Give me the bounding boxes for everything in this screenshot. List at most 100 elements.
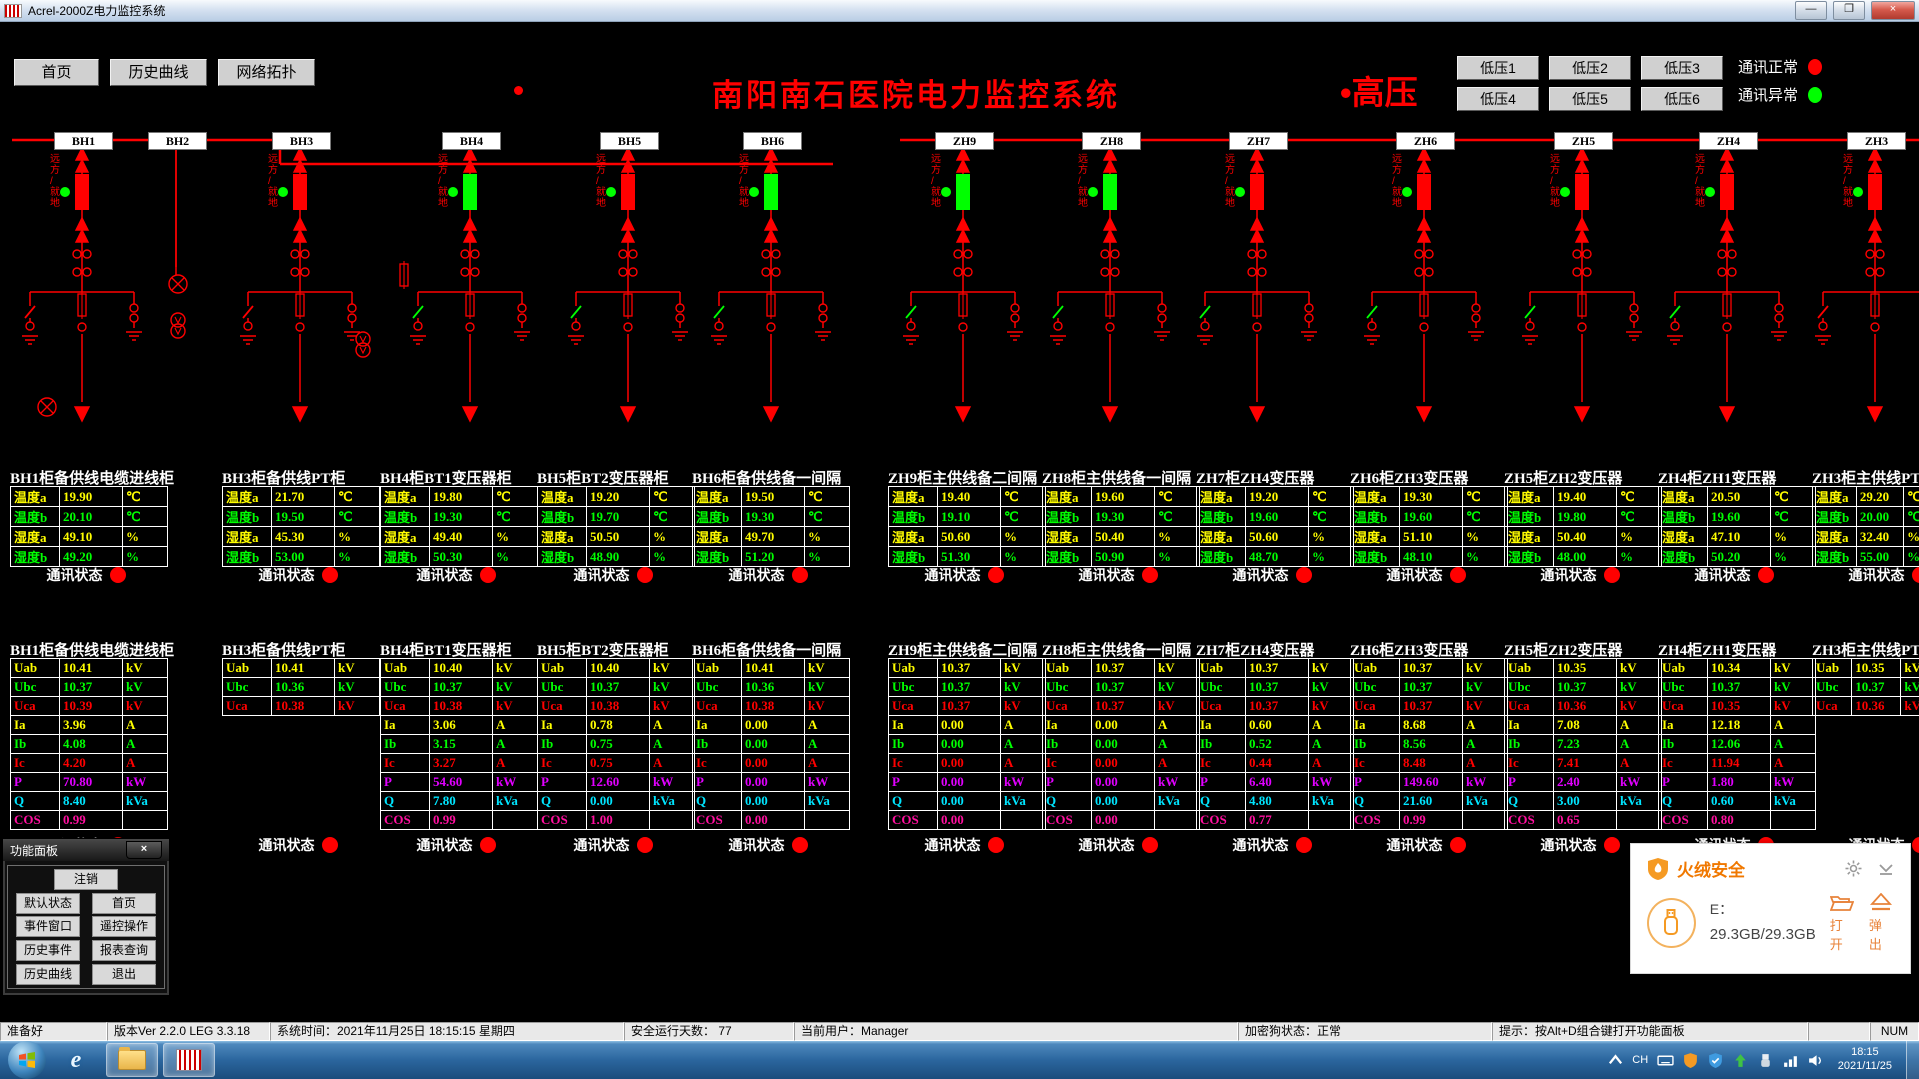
panel-button-遥控操作[interactable]: 遥控操作 [92, 916, 156, 937]
breaker-ZH6[interactable] [1417, 174, 1431, 210]
table-cell: 20.00 [1856, 507, 1903, 527]
table-cell: 温度a [538, 487, 587, 507]
panel-button-首页[interactable]: 首页 [92, 893, 156, 914]
table-row: Ib0.00A [693, 735, 850, 754]
breaker-BH3[interactable] [293, 174, 307, 210]
comm-status-dot [1296, 567, 1312, 583]
table-cell: 湿度a [1813, 527, 1857, 547]
bus-label-ZH8[interactable]: ZH8 [1082, 132, 1141, 150]
security-shield-tray-icon[interactable] [1707, 1052, 1724, 1069]
start-button[interactable] [8, 1041, 46, 1079]
table-cell: Uca [889, 697, 938, 716]
usb-tray-icon[interactable] [1757, 1052, 1774, 1069]
bus-label-ZH6[interactable]: ZH6 [1396, 132, 1455, 150]
table-cell: 49.40 [430, 527, 493, 547]
table-cell: 10.37 [1246, 678, 1309, 697]
panel-button-报表查询[interactable]: 报表查询 [92, 940, 156, 961]
maximize-button[interactable]: ❐ [1833, 1, 1865, 20]
show-desktop-button[interactable] [1906, 1041, 1919, 1079]
minimize-button[interactable]: — [1795, 1, 1827, 20]
table-title: BH1柜备供线电缆进线柜 [10, 639, 174, 657]
huorong-logo-icon [1647, 857, 1669, 881]
breaker-BH1[interactable] [75, 174, 89, 210]
table-cell: % [1617, 527, 1662, 547]
bus-label-ZH5[interactable]: ZH5 [1554, 132, 1613, 150]
table-cell: ℃ [1904, 507, 1919, 527]
lv-button-2[interactable]: 低压2 [1549, 56, 1631, 80]
taskbar-acrel-app-icon[interactable] [163, 1043, 215, 1077]
taskbar-clock[interactable]: 18:15 2021/11/25 [1838, 1046, 1892, 1074]
huorong-tray-icon[interactable] [1682, 1052, 1699, 1069]
toolbar-button-2[interactable]: 历史曲线 [110, 59, 207, 86]
hidden-icons-chevron[interactable] [1607, 1052, 1624, 1069]
keyboard-tray-icon[interactable] [1657, 1052, 1674, 1069]
volume-tray-icon[interactable] [1807, 1052, 1824, 1069]
usb-open-button[interactable]: 打开 [1830, 893, 1855, 953]
table-cell: Ib [693, 735, 742, 754]
table-cell: Uca [1351, 697, 1400, 716]
table-cell: 湿度a [1351, 527, 1400, 547]
table-cell: kW [1617, 773, 1662, 792]
breaker-ZH5[interactable] [1575, 174, 1589, 210]
bus-label-ZH3[interactable]: ZH3 [1847, 132, 1906, 150]
breaker-BH4[interactable] [463, 174, 477, 210]
lv-button-3[interactable]: 低压3 [1641, 56, 1723, 80]
panel-button-历史曲线[interactable]: 历史曲线 [16, 964, 80, 985]
breaker-BH6[interactable] [764, 174, 778, 210]
table-row: 湿度a49.10% [11, 527, 168, 547]
status-segment-8 [1808, 1022, 1870, 1041]
table-row: Ia0.00A [889, 716, 1046, 735]
panel-button-注销[interactable]: 注销 [54, 869, 118, 890]
breaker-ZH8[interactable] [1103, 174, 1117, 210]
taskbar-ie-icon[interactable]: e [51, 1044, 101, 1076]
network-tray-icon[interactable] [1782, 1052, 1799, 1069]
panel-button-退出[interactable]: 退出 [92, 964, 156, 985]
bus-label-BH4[interactable]: BH4 [442, 132, 501, 150]
table-cell: 19.80 [1554, 507, 1617, 527]
language-indicator[interactable]: CH [1632, 1052, 1649, 1069]
green-arrow-tray-icon[interactable] [1732, 1052, 1749, 1069]
table-cell: 温度b [889, 507, 938, 527]
breaker-ZH3[interactable] [1868, 174, 1882, 210]
toolbar-button-3[interactable]: 网络拓扑 [218, 59, 315, 86]
table-cell: 19.40 [938, 487, 1001, 507]
table-row: 湿度a32.40% [1813, 527, 1919, 547]
bus-label-ZH9[interactable]: ZH9 [935, 132, 994, 150]
table-cell: 湿度a [693, 527, 742, 547]
breaker-ZH4[interactable] [1720, 174, 1734, 210]
bay-ZH5: 远方/就地 [1522, 140, 1642, 421]
toolbar-button-1[interactable]: 首页 [14, 59, 99, 86]
breaker-ZH9[interactable] [956, 174, 970, 210]
table-cell: 50.90 [1092, 547, 1155, 567]
bus-label-BH1[interactable]: BH1 [54, 132, 113, 150]
settings-gear-icon[interactable] [1845, 860, 1862, 877]
table-row: COS1.00 [538, 811, 695, 830]
bus-label-BH2[interactable]: BH2 [148, 132, 207, 150]
lv-button-1[interactable]: 低压1 [1457, 56, 1539, 80]
table-cell: 19.60 [1708, 507, 1771, 527]
table-cell: A [493, 716, 538, 735]
panel-button-默认状态[interactable]: 默认状态 [16, 893, 80, 914]
table-row: Ib0.00A [1043, 735, 1200, 754]
taskbar-explorer-icon[interactable] [106, 1043, 158, 1077]
bus-label-ZH4[interactable]: ZH4 [1699, 132, 1758, 150]
usb-eject-button[interactable]: 弹出 [1869, 893, 1894, 953]
bus-label-BH5[interactable]: BH5 [600, 132, 659, 150]
bus-label-BH6[interactable]: BH6 [743, 132, 802, 150]
table-row: 温度a19.40℃ [1505, 487, 1662, 507]
table-cell: 温度b [538, 507, 587, 527]
function-panel-close-icon[interactable]: × [126, 841, 162, 859]
breaker-BH5[interactable] [621, 174, 635, 210]
bus-label-ZH7[interactable]: ZH7 [1229, 132, 1288, 150]
table-cell: A [1155, 716, 1200, 735]
panel-button-历史事件[interactable]: 历史事件 [16, 940, 80, 961]
close-button[interactable]: × [1871, 1, 1915, 20]
breaker-ZH7[interactable] [1250, 174, 1264, 210]
collapse-chevron-icon[interactable] [1878, 863, 1894, 875]
table-row: 湿度a47.10% [1659, 527, 1816, 547]
table-row: 温度a21.70℃ [223, 487, 380, 507]
table-cell: % [1771, 547, 1816, 567]
panel-button-事件窗口[interactable]: 事件窗口 [16, 916, 80, 937]
bus-label-BH3[interactable]: BH3 [272, 132, 331, 150]
table-cell: A [1309, 735, 1354, 754]
